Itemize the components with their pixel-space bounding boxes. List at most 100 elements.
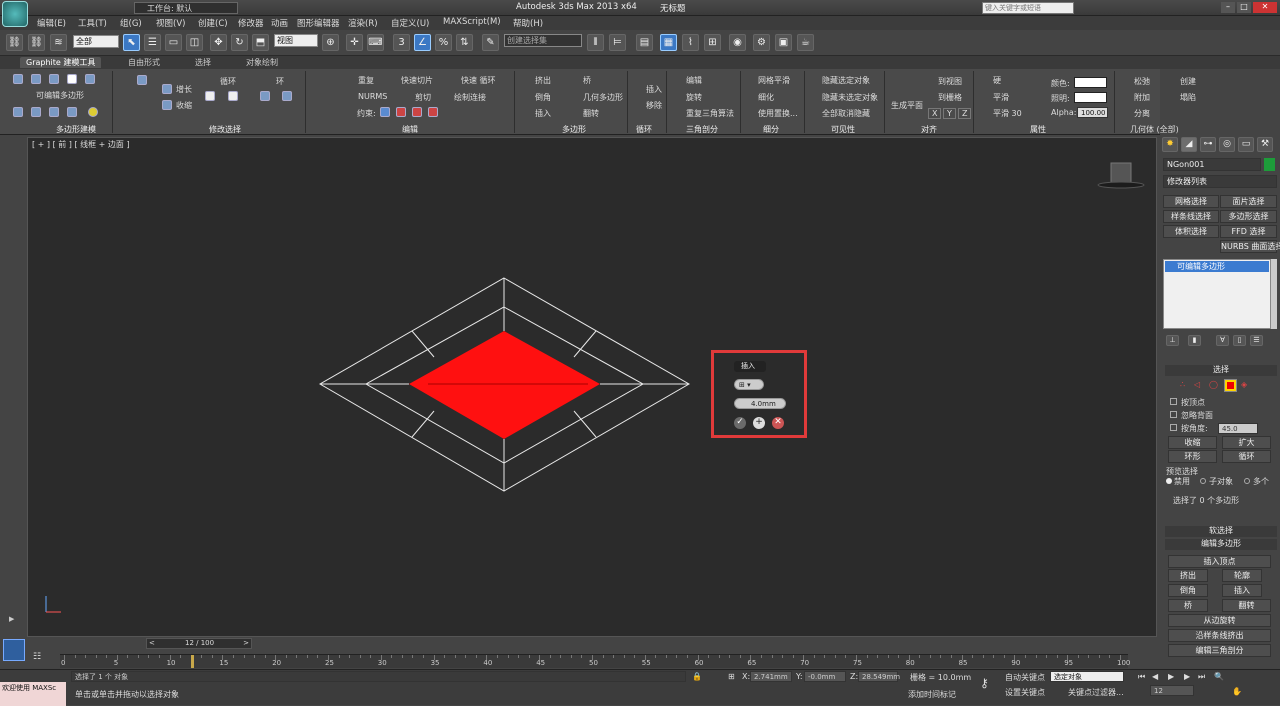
ok-check-icon[interactable]: ✓: [734, 417, 746, 429]
grow-icon[interactable]: [162, 84, 172, 94]
shrink-icon[interactable]: [162, 100, 172, 110]
modify-tab-icon[interactable]: ◢: [1181, 137, 1197, 152]
flip-button[interactable]: 翻转: [1222, 599, 1271, 612]
mesh-select-button[interactable]: 网格选择: [1163, 195, 1219, 208]
color-swatch[interactable]: [1074, 77, 1107, 88]
object-name-field[interactable]: NGon001: [1163, 158, 1261, 171]
group-title-modify-sel[interactable]: 修改选择: [209, 124, 241, 135]
modifier-list-dropdown[interactable]: 修改器列表: [1163, 175, 1277, 188]
percent-snap-icon[interactable]: %: [435, 34, 452, 51]
group-title-poly-modeling[interactable]: 多边形建模: [56, 124, 96, 135]
element-mode-icon[interactable]: [85, 74, 95, 84]
rendered-frame-icon[interactable]: ▣: [775, 34, 792, 51]
inset-amount-input[interactable]: 4.0mm: [734, 398, 786, 409]
stack-next-icon[interactable]: [31, 107, 41, 117]
vol-select-button[interactable]: 体积选择: [1163, 225, 1219, 238]
stack-prev-icon[interactable]: [13, 107, 23, 117]
time-slider[interactable]: < 12 / 100 >: [146, 638, 252, 649]
snap-toggle-icon[interactable]: 3: [393, 34, 410, 51]
time-slider-next[interactable]: >: [243, 639, 249, 647]
viewport-canvas[interactable]: [28, 138, 1158, 638]
menu-views[interactable]: 视图(V): [156, 17, 185, 29]
to-view-label[interactable]: 到视图: [938, 76, 962, 87]
y-coord-input[interactable]: -0.0mm: [804, 671, 846, 682]
alpha-input[interactable]: 100.00: [1077, 107, 1108, 118]
tri-turn-label[interactable]: 旋转: [686, 92, 702, 103]
vertex-mode-icon[interactable]: [13, 74, 23, 84]
subobj-element-icon[interactable]: ◈: [1241, 380, 1251, 390]
border-mode-icon[interactable]: [49, 74, 59, 84]
flip-label[interactable]: 翻转: [583, 108, 599, 119]
tessellate-label[interactable]: 细化: [758, 92, 774, 103]
motion-tab-icon[interactable]: ◎: [1219, 137, 1235, 152]
maxscript-listener[interactable]: 欢迎使用 MAXSc: [0, 682, 66, 706]
x-coord-input[interactable]: 2.741mm: [750, 671, 792, 682]
show-end-icon[interactable]: ▮: [1188, 335, 1201, 346]
polygon-mode-icon[interactable]: [67, 74, 77, 84]
render-setup-icon[interactable]: ⚙: [753, 34, 770, 51]
caddy-title-bar[interactable]: 插入: [734, 361, 766, 372]
menu-modifiers[interactable]: 修改器: [238, 17, 264, 29]
extrude-label[interactable]: 挤出: [535, 75, 551, 86]
curve-editor-icon[interactable]: ⌇: [682, 34, 699, 51]
viewport-front[interactable]: [ + ] [ 前 ] [ 线框 + 边面 ] 插入 ⊞ ▾ 4.0mm ✓ +…: [27, 137, 1157, 637]
ring-grow-icon[interactable]: [260, 91, 270, 101]
retriangulate-label[interactable]: 重复三角算法: [686, 108, 734, 119]
align-icon[interactable]: ⊨: [609, 34, 626, 51]
apply-plus-icon[interactable]: +: [753, 417, 765, 429]
smooth30-label[interactable]: 平滑 30: [993, 108, 1022, 119]
hide-unselected-label[interactable]: 隐藏未选定对象: [822, 92, 878, 103]
menu-help[interactable]: 帮助(H): [513, 17, 543, 29]
hinge-button[interactable]: 从边旋转: [1168, 614, 1271, 627]
preserve-uv-icon[interactable]: [88, 107, 98, 117]
edge-mode-icon[interactable]: [31, 74, 41, 84]
keyboard-shortcut-icon[interactable]: ⌨: [367, 34, 384, 51]
inset-label[interactable]: 插入: [535, 108, 551, 119]
edit-named-sel-icon[interactable]: ✎: [482, 34, 499, 51]
rotate-icon[interactable]: ↻: [231, 34, 248, 51]
rollout-selection[interactable]: 选择: [1165, 365, 1277, 376]
zoom-icon[interactable]: 🔍: [1214, 672, 1224, 681]
grow-button[interactable]: 扩大: [1222, 436, 1271, 449]
lock-icon[interactable]: 🔒: [692, 672, 702, 681]
group-title-props[interactable]: 属性: [1030, 124, 1046, 135]
constraint-edge-icon[interactable]: [396, 107, 406, 117]
subobj-vertex-icon[interactable]: ∴: [1180, 380, 1190, 390]
goto-start-icon[interactable]: ⏮: [1138, 672, 1145, 682]
tri-edit-label[interactable]: 编辑: [686, 75, 702, 86]
grow-label[interactable]: 增长: [176, 84, 192, 95]
ref-coord-dropdown[interactable]: 视图: [274, 34, 318, 47]
current-frame-input[interactable]: 12: [1150, 685, 1194, 696]
spinner-snap-icon[interactable]: ⇅: [456, 34, 473, 51]
spline-select-button[interactable]: 样条线选择: [1163, 210, 1219, 223]
key-mode-dropdown[interactable]: 选定对象: [1050, 671, 1124, 682]
to-grid-label[interactable]: 到栅格: [938, 92, 962, 103]
current-frame-marker[interactable]: [190, 655, 194, 668]
meshsmooth-label[interactable]: 网格平滑: [758, 75, 790, 86]
schematic-view-icon[interactable]: ⊞: [704, 34, 721, 51]
remove-mod-icon[interactable]: ▯: [1233, 335, 1246, 346]
make-planar-label[interactable]: 生成平面: [891, 100, 923, 111]
rect-region-icon[interactable]: ▭: [165, 34, 182, 51]
group-title-align[interactable]: 对齐: [921, 124, 937, 135]
ignore-back-checkbox[interactable]: [1170, 411, 1177, 418]
play-icon[interactable]: ▶: [1168, 672, 1174, 681]
loop-grow-icon[interactable]: [205, 91, 215, 101]
group-title-edit[interactable]: 编辑: [402, 124, 418, 135]
by-angle-checkbox[interactable]: [1170, 424, 1177, 431]
group-title-subdiv[interactable]: 细分: [763, 124, 779, 135]
insert-vertex-button[interactable]: 插入顶点: [1168, 555, 1271, 568]
align-y-button[interactable]: Y: [943, 108, 956, 119]
pin-stack-icon-2[interactable]: ⊥: [1166, 335, 1179, 346]
bridge-label[interactable]: 桥: [583, 75, 591, 86]
modifier-stack[interactable]: 可编辑多边形: [1163, 259, 1271, 329]
selection-filter-dropdown[interactable]: 全部: [73, 35, 119, 48]
edit-tri-button[interactable]: 编辑三角剖分: [1168, 644, 1271, 657]
display-tab-icon[interactable]: ▭: [1238, 137, 1254, 152]
window-crossing-icon[interactable]: ◫: [186, 34, 203, 51]
mini-listener[interactable]: [3, 639, 25, 661]
z-coord-input[interactable]: 28.549mm: [858, 671, 900, 682]
next-frame-icon[interactable]: ▶: [1184, 672, 1190, 681]
prev-frame-icon[interactable]: ◀: [1152, 672, 1158, 681]
editable-poly-label[interactable]: 可编辑多边形: [36, 90, 84, 101]
